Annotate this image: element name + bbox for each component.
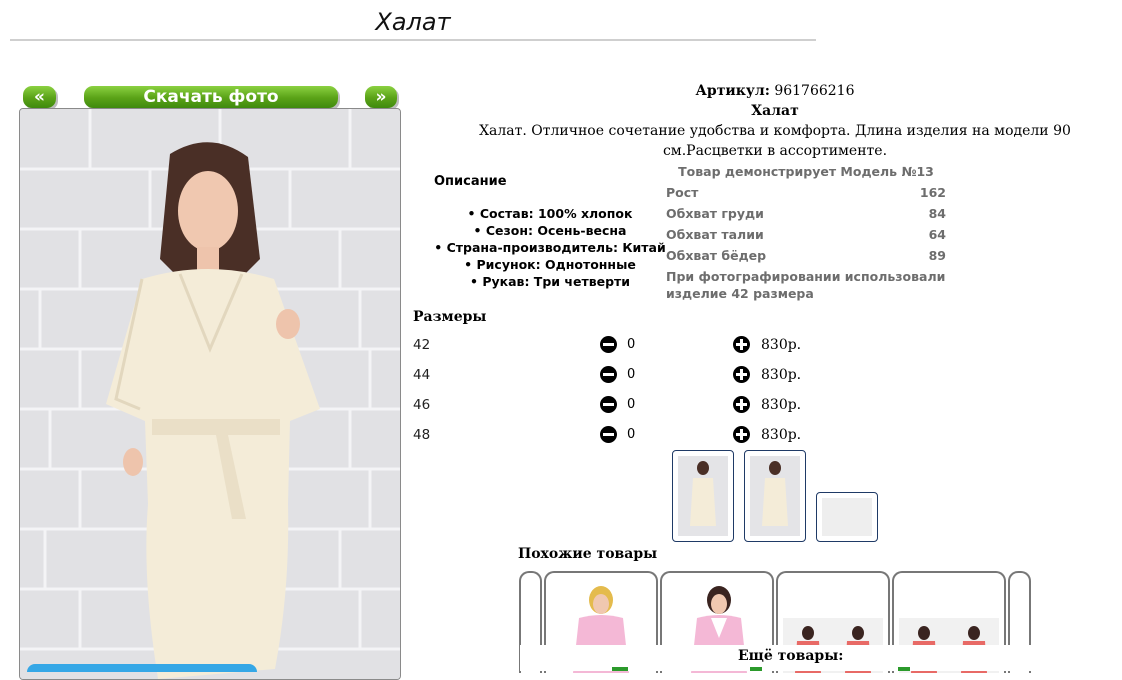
quantity-value: 0 xyxy=(627,367,636,382)
size-label: 48 xyxy=(413,427,431,443)
size-row: 42 0 830р. xyxy=(413,335,833,355)
article-value: 961766216 xyxy=(774,83,855,99)
description-item: Страна-производитель: Китай xyxy=(430,239,670,256)
model-measurements: Товар демонстрирует Модель №13 Рост 162 … xyxy=(666,162,946,302)
decrease-quantity-icon[interactable] xyxy=(600,426,617,443)
size-label: 42 xyxy=(413,337,431,353)
model-row-label: Обхват бёдер xyxy=(666,248,767,263)
model-title: Товар демонстрирует Модель №13 xyxy=(678,164,934,179)
quantity-value: 0 xyxy=(627,427,636,442)
more-product-link[interactable] xyxy=(898,667,910,671)
description-item: Сезон: Осень-весна xyxy=(430,222,670,239)
price-value: 830р. xyxy=(761,337,802,353)
title-divider xyxy=(10,39,816,41)
download-photo-button[interactable]: Скачать фото xyxy=(84,86,338,108)
sizes-heading: Размеры xyxy=(413,309,487,325)
size-row: 48 0 830р. xyxy=(413,425,833,445)
similar-heading: Похожие товары xyxy=(518,546,658,562)
model-row-label: Обхват талии xyxy=(666,227,764,242)
model-row-value: 64 xyxy=(928,227,946,242)
thumbnail-image xyxy=(678,456,728,536)
photo-thumbnail[interactable] xyxy=(744,450,806,542)
size-label: 44 xyxy=(413,367,431,383)
model-row-value: 89 xyxy=(928,248,946,263)
more-product-link[interactable] xyxy=(750,667,762,671)
model-row-hips: Обхват бёдер 89 xyxy=(666,245,946,266)
decrease-quantity-icon[interactable] xyxy=(600,366,617,383)
increase-quantity-icon[interactable] xyxy=(733,366,750,383)
model-row-value: 162 xyxy=(919,185,946,200)
size-label: 46 xyxy=(413,397,431,413)
description-list: Состав: 100% хлопок Сезон: Осень-весна С… xyxy=(430,205,670,290)
increase-quantity-icon[interactable] xyxy=(733,426,750,443)
description-heading: Описание xyxy=(434,174,507,189)
main-product-photo[interactable] xyxy=(19,108,401,680)
next-photo-button[interactable]: » xyxy=(365,86,397,108)
decrease-quantity-icon[interactable] xyxy=(600,396,617,413)
product-name: Халат xyxy=(751,103,799,119)
price-value: 830р. xyxy=(761,397,802,413)
model-row-chest: Обхват груди 84 xyxy=(666,203,946,224)
model-row-height: Рост 162 xyxy=(666,182,946,203)
product-info: Артикул: 961766216 Халат Халат. Отличное… xyxy=(440,81,1110,161)
model-row-value: 84 xyxy=(928,206,946,221)
more-product-link[interactable] xyxy=(612,667,628,671)
article-label: Артикул: xyxy=(695,83,770,99)
photo-thumbnail[interactable] xyxy=(816,492,878,542)
increase-quantity-icon[interactable] xyxy=(733,396,750,413)
page-title: Халат xyxy=(375,8,451,36)
description-item: Состав: 100% хлопок xyxy=(430,205,670,222)
model-note: При фотографировании использовали издели… xyxy=(666,269,946,301)
model-row-label: Обхват груди xyxy=(666,206,764,221)
price-value: 830р. xyxy=(761,367,802,383)
article-line: Артикул: 961766216 xyxy=(440,81,1110,101)
description-item: Рукав: Три четверти xyxy=(430,273,670,290)
size-row: 44 0 830р. xyxy=(413,365,833,385)
quantity-value: 0 xyxy=(627,397,636,412)
thumbnail-image xyxy=(750,456,800,536)
model-row-waist: Обхват талии 64 xyxy=(666,224,946,245)
model-row-label: Рост xyxy=(666,185,699,200)
product-photo-image xyxy=(20,109,400,679)
prev-photo-button[interactable]: « xyxy=(23,86,56,108)
product-description: Халат. Отличное сочетание удобства и ком… xyxy=(479,123,1071,159)
size-row: 46 0 830р. xyxy=(413,395,833,415)
decrease-quantity-icon[interactable] xyxy=(600,336,617,353)
increase-quantity-icon[interactable] xyxy=(733,336,750,353)
quantity-value: 0 xyxy=(627,337,636,352)
price-value: 830р. xyxy=(761,427,802,443)
description-item: Рисунок: Однотонные xyxy=(430,256,670,273)
more-products-heading: Ещё товары: xyxy=(738,648,844,664)
photo-thumbnail[interactable] xyxy=(672,450,734,542)
